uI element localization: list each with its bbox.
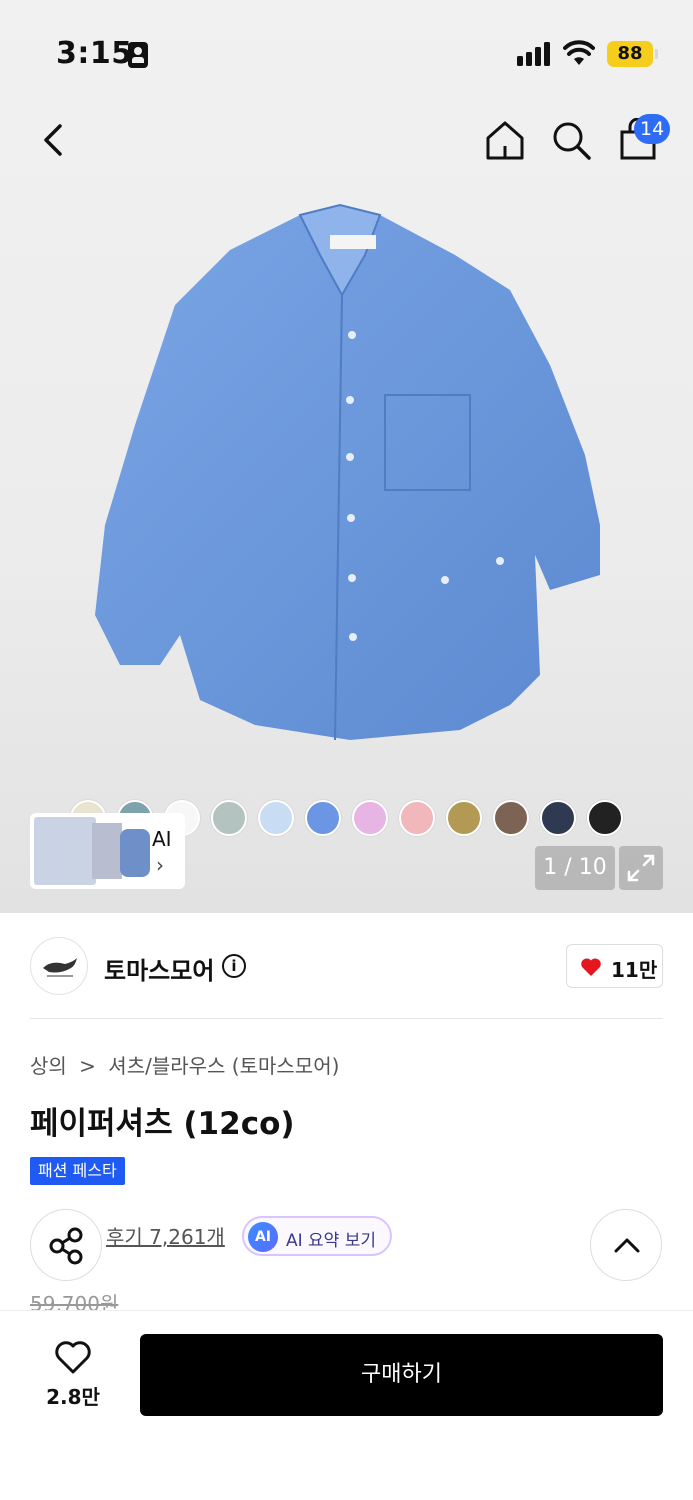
product-image[interactable]	[80, 195, 620, 755]
breadcrumb: 상의 > 셔츠/블라우스 (토마스모어)	[30, 1050, 339, 1079]
info-icon[interactable]: i	[222, 954, 246, 978]
thumbnail-image	[34, 817, 96, 885]
battery-tip	[655, 49, 658, 59]
heart-filled-icon	[581, 958, 601, 976]
divider	[30, 1018, 663, 1019]
wifi-icon	[563, 40, 595, 65]
buy-button[interactable]: 구매하기	[140, 1334, 663, 1416]
reviews-link[interactable]: 후기 7,261개	[106, 1221, 225, 1250]
ai-style-thumbnail[interactable]: AI ›	[30, 813, 185, 889]
scroll-top-button[interactable]	[590, 1209, 662, 1281]
product-hero: 3:15 88 14 AI › 1 / 10	[0, 0, 693, 913]
chevron-up-icon	[614, 1238, 640, 1253]
brand-logo[interactable]	[30, 937, 88, 995]
chevron-right-icon: >	[79, 1054, 96, 1078]
wishlist-button[interactable]: 2.8만	[40, 1339, 106, 1409]
ai-thumb-label: AI	[152, 827, 172, 851]
cellular-signal-icon	[517, 42, 553, 66]
ai-badge-icon: AI	[248, 1222, 278, 1252]
color-swatch[interactable]	[399, 800, 435, 836]
status-time: 3:15	[56, 36, 133, 71]
search-icon[interactable]	[549, 118, 593, 162]
ai-summary-button[interactable]: AI AI 요약 보기	[242, 1216, 392, 1256]
bottom-action-bar: 2.8만 구매하기	[0, 1310, 693, 1500]
back-icon[interactable]	[38, 120, 68, 160]
home-icon[interactable]	[483, 118, 527, 162]
color-swatch[interactable]	[493, 800, 529, 836]
color-swatch[interactable]	[352, 800, 388, 836]
cart-count-badge: 14	[634, 114, 671, 144]
share-button[interactable]	[30, 1209, 102, 1281]
share-icon	[49, 1227, 83, 1265]
heart-outline-icon	[55, 1341, 91, 1374]
ai-summary-label: AI 요약 보기	[286, 1231, 377, 1251]
thumbnail-image	[120, 829, 150, 877]
color-swatch[interactable]	[540, 800, 576, 836]
battery-indicator: 88	[607, 41, 653, 67]
chevron-right-icon: ›	[156, 853, 164, 877]
brand-like-count: 11만	[611, 958, 658, 982]
color-swatch[interactable]	[587, 800, 623, 836]
product-title: 페이퍼셔츠 (12co)	[30, 1106, 295, 1142]
whale-logo-icon	[43, 958, 77, 977]
wishlist-count: 2.8만	[46, 1385, 100, 1409]
status-bar: 3:15 88	[0, 0, 693, 100]
breadcrumb-item[interactable]: 상의	[30, 1054, 67, 1078]
promo-badge: 패션 페스타	[30, 1157, 125, 1185]
color-swatch[interactable]	[446, 800, 482, 836]
color-swatch[interactable]	[258, 800, 294, 836]
expand-icon[interactable]	[619, 846, 663, 890]
brand-name[interactable]: 토마스모어	[104, 951, 214, 986]
color-swatch[interactable]	[305, 800, 341, 836]
thumbnail-image	[92, 823, 122, 879]
image-pager: 1 / 10	[535, 846, 615, 890]
contact-card-icon	[128, 42, 148, 68]
color-swatch[interactable]	[211, 800, 247, 836]
brand-like-button[interactable]: 11만	[566, 944, 663, 988]
breadcrumb-item[interactable]: 셔츠/블라우스 (토마스모어)	[108, 1054, 339, 1078]
